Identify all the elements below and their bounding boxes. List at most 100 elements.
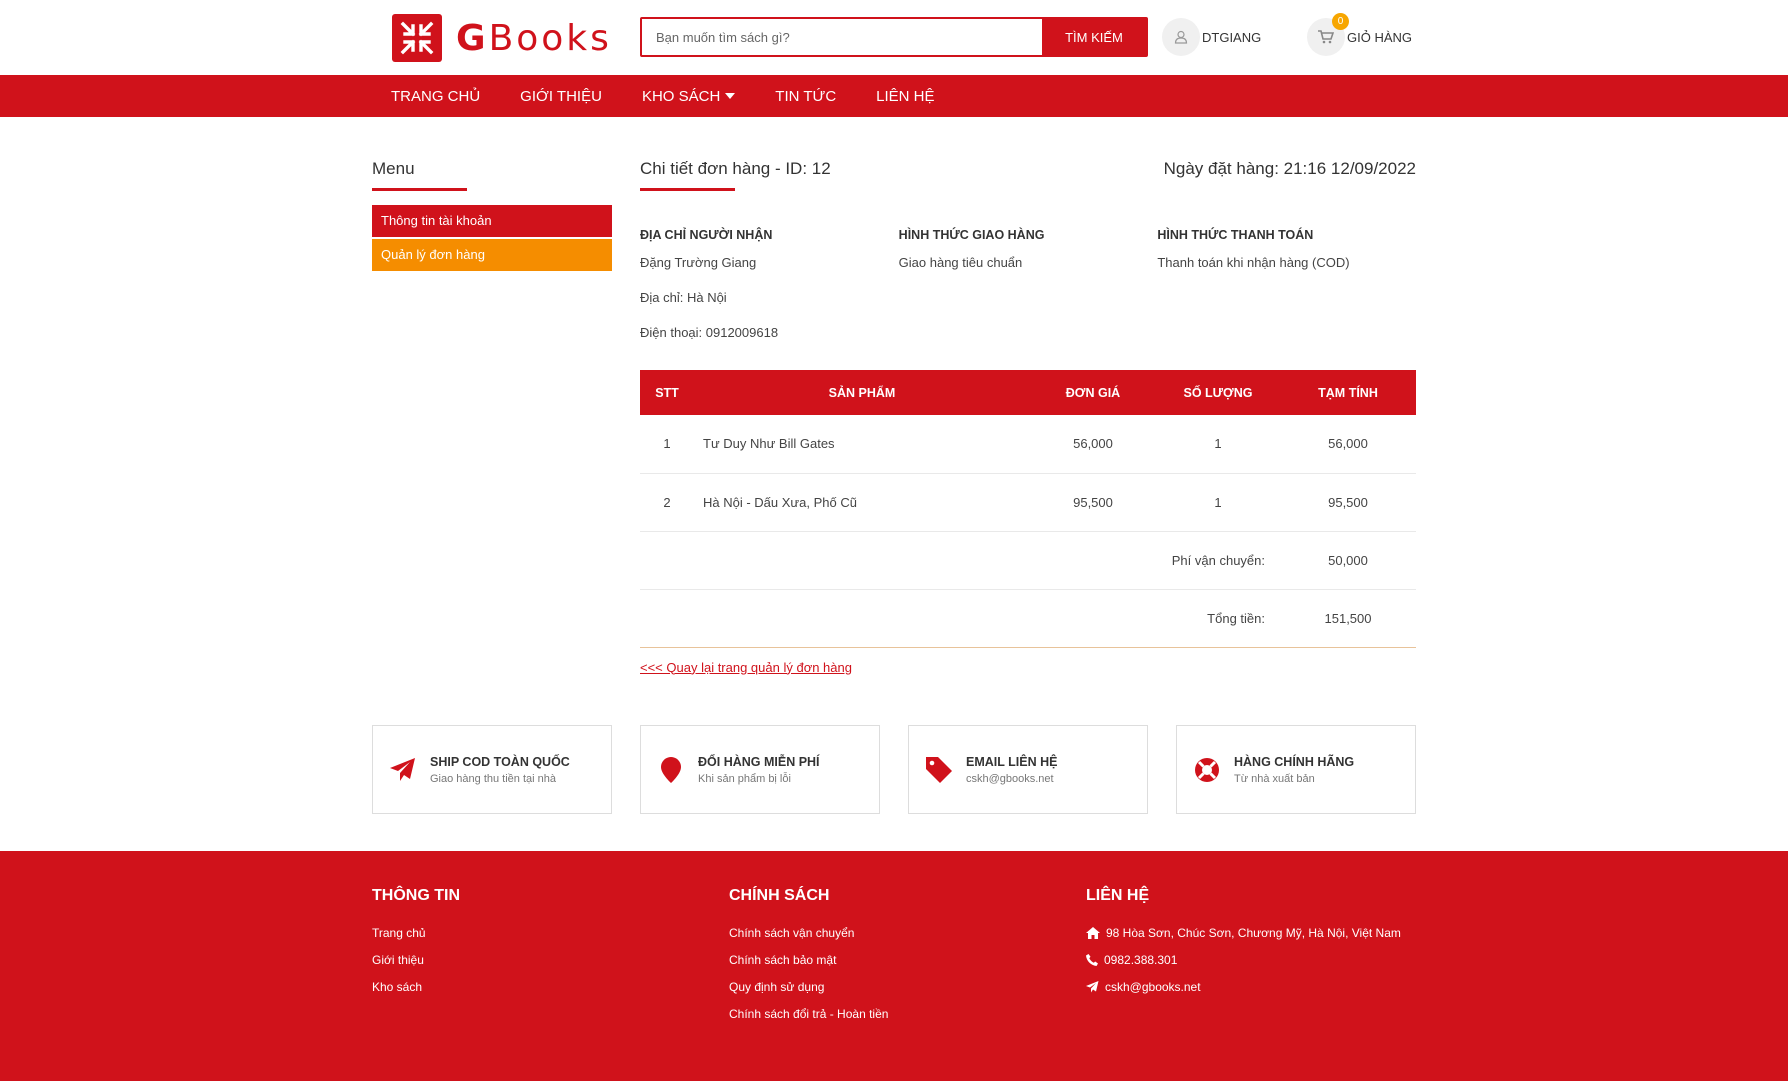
order-detail: Chi tiết đơn hàng - ID: 12 Ngày đặt hàng… bbox=[640, 159, 1416, 677]
back-to-orders-link[interactable]: <<< Quay lại trang quản lý đơn hàng bbox=[640, 660, 852, 675]
recipient-phone: Điện thoại: 0912009618 bbox=[640, 325, 779, 340]
row-stt: 2 bbox=[640, 473, 694, 532]
row-product[interactable]: Tư Duy Như Bill Gates bbox=[694, 415, 1030, 474]
cart-label: GIỎ HÀNG bbox=[1347, 29, 1413, 45]
footer-link-books[interactable]: Kho sách bbox=[372, 980, 460, 994]
lifebuoy-icon bbox=[1193, 757, 1220, 783]
nav-item-news[interactable]: TIN TỨC bbox=[775, 88, 836, 105]
cart-count-badge: 0 bbox=[1332, 13, 1349, 30]
site-header: GBooks TÌM KIẾM DTGIANG 0 GIỎ HÀNG bbox=[0, 0, 1788, 75]
feature-title: ĐỔI HÀNG MIỄN PHÍ bbox=[698, 754, 820, 769]
row-qty: 1 bbox=[1156, 473, 1280, 532]
footer-link-return-policy[interactable]: Chính sách đổi trả - Hoàn tiền bbox=[729, 1007, 888, 1021]
order-items-table: STT SẢN PHẨM ĐƠN GIÁ SỐ LƯỢNG TẠM TÍNH 1… bbox=[640, 370, 1416, 648]
payment-info: HÌNH THỨC THANH TOÁN Thanh toán khi nhận… bbox=[1157, 228, 1416, 360]
main-nav: TRANG CHỦ GIỚI THIỆU KHO SÁCH TIN TỨC LI… bbox=[0, 75, 1788, 117]
paper-plane-icon bbox=[1086, 981, 1099, 993]
footer-info-column: THÔNG TIN Trang chủ Giới thiệu Kho sách bbox=[372, 887, 460, 1007]
nav-item-home[interactable]: TRANG CHỦ bbox=[391, 88, 480, 105]
row-qty: 1 bbox=[1156, 415, 1280, 474]
tag-icon bbox=[925, 756, 952, 783]
footer-email[interactable]: cskh@gbooks.net bbox=[1086, 980, 1401, 994]
row-subtotal: 95,500 bbox=[1280, 473, 1416, 532]
footer-address: 98 Hòa Sơn, Chúc Sơn, Chương Mỹ, Hà Nội,… bbox=[1086, 926, 1401, 940]
footer-contact-column: LIÊN HỆ 98 Hòa Sơn, Chúc Sơn, Chương Mỹ,… bbox=[1086, 887, 1401, 1007]
table-row: 2 Hà Nội - Dấu Xưa, Phố Cũ 95,500 1 95,5… bbox=[640, 473, 1416, 532]
page-title: Chi tiết đơn hàng - ID: 12 bbox=[640, 159, 831, 191]
feature-box: ĐỔI HÀNG MIỄN PHÍ Khi sản phẩm bị lỗi bbox=[640, 725, 880, 814]
shipping-method: Giao hàng tiêu chuẩn bbox=[898, 255, 1023, 270]
footer-contact-title: LIÊN HỆ bbox=[1086, 887, 1150, 904]
cart-button[interactable]: 0 GIỎ HÀNG bbox=[1307, 13, 1413, 56]
col-header-stt: STT bbox=[655, 385, 679, 400]
col-header-price: ĐƠN GIÁ bbox=[1065, 385, 1121, 400]
footer-policy-column: CHÍNH SÁCH Chính sách vận chuyển Chính s… bbox=[729, 887, 888, 1034]
user-icon bbox=[1162, 18, 1200, 56]
order-date: Ngày đặt hàng: 21:16 12/09/2022 bbox=[1163, 159, 1416, 178]
phone-icon bbox=[1086, 954, 1098, 966]
row-price: 56,000 bbox=[1030, 415, 1156, 474]
nav-item-about[interactable]: GIỚI THIỆU bbox=[520, 88, 602, 105]
site-footer: THÔNG TIN Trang chủ Giới thiệu Kho sách … bbox=[0, 851, 1788, 1081]
nav-item-books[interactable]: KHO SÁCH bbox=[642, 88, 736, 105]
shipping-fee-label: Phí vận chuyển: bbox=[640, 531, 1280, 590]
col-header-qty: SỐ LƯỢNG bbox=[1183, 385, 1253, 400]
recipient-name: Đặng Trường Giang bbox=[640, 255, 757, 270]
sidebar-title: Menu bbox=[372, 159, 612, 191]
search-bar: TÌM KIẾM bbox=[640, 17, 1148, 57]
account-label: DTGIANG bbox=[1202, 29, 1262, 45]
map-pin-icon bbox=[657, 756, 684, 783]
footer-phone[interactable]: 0982.388.301 bbox=[1086, 953, 1401, 967]
total-value: 151,500 bbox=[1280, 589, 1416, 648]
footer-info-title: THÔNG TIN bbox=[372, 887, 460, 904]
footer-link-privacy-policy[interactable]: Chính sách bảo mật bbox=[729, 953, 888, 967]
home-icon bbox=[1086, 927, 1100, 939]
row-price: 95,500 bbox=[1030, 473, 1156, 532]
footer-link-terms[interactable]: Quy định sử dụng bbox=[729, 980, 888, 994]
site-logo[interactable]: GBooks bbox=[392, 14, 612, 62]
sidebar-item-order-management[interactable]: Quản lý đơn hàng bbox=[372, 239, 612, 271]
logo-wordmark: GBooks bbox=[456, 17, 612, 59]
nav-item-contact[interactable]: LIÊN HỆ bbox=[876, 88, 934, 105]
cart-icon: 0 bbox=[1307, 13, 1349, 56]
shipping-fee-row: Phí vận chuyển: 50,000 bbox=[640, 531, 1416, 590]
shipping-heading: HÌNH THỨC GIAO HÀNG bbox=[898, 228, 1045, 242]
account-sidebar: Menu Thông tin tài khoản Quản lý đơn hàn… bbox=[372, 159, 612, 271]
sidebar-item-account-info[interactable]: Thông tin tài khoản bbox=[372, 205, 612, 237]
row-stt: 1 bbox=[640, 415, 694, 474]
paper-plane-icon bbox=[389, 757, 416, 782]
feature-desc: cskh@gbooks.net bbox=[966, 772, 1054, 785]
feature-title: HÀNG CHÍNH HÃNG bbox=[1234, 754, 1355, 769]
recipient-address: Địa chỉ: Hà Nội bbox=[640, 290, 727, 305]
footer-link-about[interactable]: Giới thiệu bbox=[372, 953, 460, 967]
feature-box: SHIP COD TOÀN QUỐC Giao hàng thu tiền tại… bbox=[372, 725, 612, 814]
feature-strip: SHIP COD TOÀN QUỐC Giao hàng thu tiền tại… bbox=[372, 725, 1416, 814]
search-button[interactable]: TÌM KIẾM bbox=[1042, 19, 1146, 55]
search-input[interactable] bbox=[642, 19, 1042, 55]
shipping-info: HÌNH THỨC GIAO HÀNG Giao hàng tiêu chuẩn bbox=[899, 228, 1158, 360]
table-header-row: STT SẢN PHẨM ĐƠN GIÁ SỐ LƯỢNG TẠM TÍNH bbox=[640, 370, 1416, 415]
caret-down-icon bbox=[725, 93, 736, 99]
payment-heading: HÌNH THỨC THANH TOÁN bbox=[1157, 228, 1314, 242]
payment-method: Thanh toán khi nhận hàng (COD) bbox=[1157, 255, 1350, 270]
feature-desc: Khi sản phẩm bị lỗi bbox=[698, 772, 791, 785]
order-info: ĐỊA CHỈ NGƯỜI NHẬN Đặng Trường Giang Địa… bbox=[640, 228, 1416, 360]
footer-policy-title: CHÍNH SÁCH bbox=[729, 887, 830, 904]
footer-link-home[interactable]: Trang chủ bbox=[372, 926, 460, 940]
recipient-info: ĐỊA CHỈ NGƯỜI NHẬN Đặng Trường Giang Địa… bbox=[640, 228, 899, 360]
col-header-product: SẢN PHẨM bbox=[828, 385, 896, 400]
shipping-fee-value: 50,000 bbox=[1280, 531, 1416, 590]
col-header-subtotal: TẠM TÍNH bbox=[1318, 385, 1378, 400]
feature-box: EMAIL LIÊN HỆ cskh@gbooks.net bbox=[908, 725, 1148, 814]
feature-title: EMAIL LIÊN HỆ bbox=[966, 754, 1058, 769]
footer-link-shipping-policy[interactable]: Chính sách vận chuyển bbox=[729, 926, 888, 940]
total-row: Tổng tiền: 151,500 bbox=[640, 589, 1416, 648]
feature-desc: Từ nhà xuất bản bbox=[1234, 772, 1315, 785]
total-label: Tổng tiền: bbox=[640, 589, 1280, 648]
row-product[interactable]: Hà Nội - Dấu Xưa, Phố Cũ bbox=[694, 473, 1030, 532]
feature-box: HÀNG CHÍNH HÃNG Từ nhà xuất bản bbox=[1176, 725, 1416, 814]
table-row: 1 Tư Duy Như Bill Gates 56,000 1 56,000 bbox=[640, 415, 1416, 474]
account-button[interactable]: DTGIANG bbox=[1162, 18, 1261, 56]
row-subtotal: 56,000 bbox=[1280, 415, 1416, 474]
logo-icon bbox=[392, 14, 442, 62]
